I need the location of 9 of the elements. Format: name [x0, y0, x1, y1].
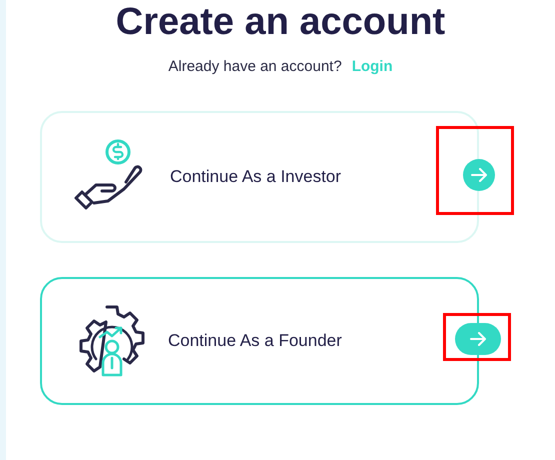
- continue-button[interactable]: [455, 322, 501, 354]
- arrow-right-icon: [470, 168, 488, 182]
- option-label: Continue As a Founder: [168, 330, 342, 352]
- option-card[interactable]: Continue As a Founder: [40, 276, 479, 404]
- login-prompt: Already have an account?: [168, 57, 342, 77]
- arrow-right-icon: [469, 332, 487, 346]
- page-title: Create an account: [116, 1, 446, 43]
- option-label: Continue As a Investor: [170, 166, 342, 188]
- option-card[interactable]: Continue As a Investor: [40, 110, 479, 242]
